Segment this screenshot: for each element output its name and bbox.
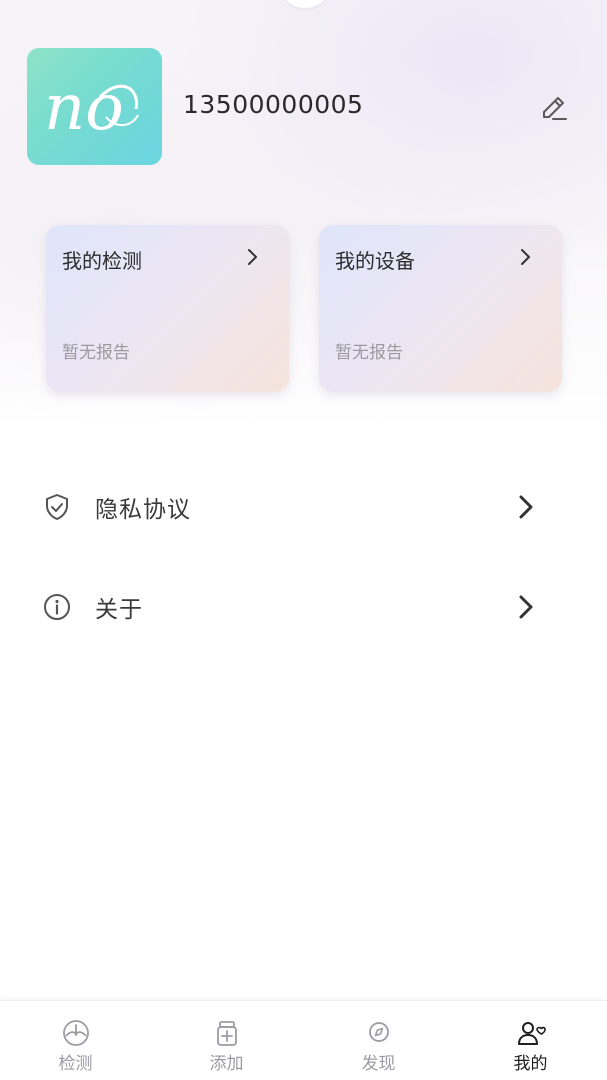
info-icon <box>44 594 70 620</box>
tab-label: 我的 <box>513 1054 548 1074</box>
card-title: 我的设备 <box>335 249 415 273</box>
bottom-tab-bar: 检测 添加 发现 我的 <box>0 1000 607 1080</box>
menu-label: 隐私协议 <box>95 497 191 523</box>
detect-icon <box>62 1020 89 1046</box>
pencil-icon <box>543 97 567 120</box>
profile-icon <box>517 1022 546 1045</box>
menu-item-privacy[interactable]: 隐私协议 <box>0 476 607 536</box>
card-subtitle: 暂无报告 <box>62 343 130 363</box>
tab-label: 检测 <box>58 1054 93 1074</box>
my-detection-card[interactable]: 我的检测 暂无报告 <box>46 225 289 392</box>
card-subtitle: 暂无报告 <box>335 343 403 363</box>
user-phone: 13500000005 <box>183 90 364 119</box>
tab-mine[interactable]: 我的 <box>455 1001 606 1080</box>
app-logo: no <box>44 71 139 145</box>
compass-icon <box>368 1022 389 1042</box>
tab-label: 添加 <box>209 1054 244 1074</box>
svg-text:no: no <box>44 71 124 145</box>
chevron-right-icon <box>519 595 533 619</box>
menu-label: 关于 <box>95 597 143 623</box>
edit-profile-button[interactable] <box>538 92 570 124</box>
card-title: 我的检测 <box>62 249 142 273</box>
avatar[interactable]: no <box>27 48 162 165</box>
profile-screen: no 13500000005 我的检测 暂无报告 我的设备 暂无报告 隐私协议 … <box>0 0 607 1080</box>
menu-item-about[interactable]: 关于 <box>0 576 607 636</box>
chevron-right-icon <box>521 249 530 265</box>
chevron-right-icon <box>248 249 257 265</box>
shield-check-icon <box>46 494 68 520</box>
tab-detect[interactable]: 检测 <box>0 1001 151 1080</box>
tab-label: 发现 <box>361 1054 396 1074</box>
tab-add[interactable]: 添加 <box>151 1001 302 1080</box>
add-box-icon <box>216 1021 237 1046</box>
chevron-right-icon <box>519 495 533 519</box>
pull-indicator <box>286 0 324 8</box>
tab-discover[interactable]: 发现 <box>303 1001 454 1080</box>
my-devices-card[interactable]: 我的设备 暂无报告 <box>319 225 562 392</box>
